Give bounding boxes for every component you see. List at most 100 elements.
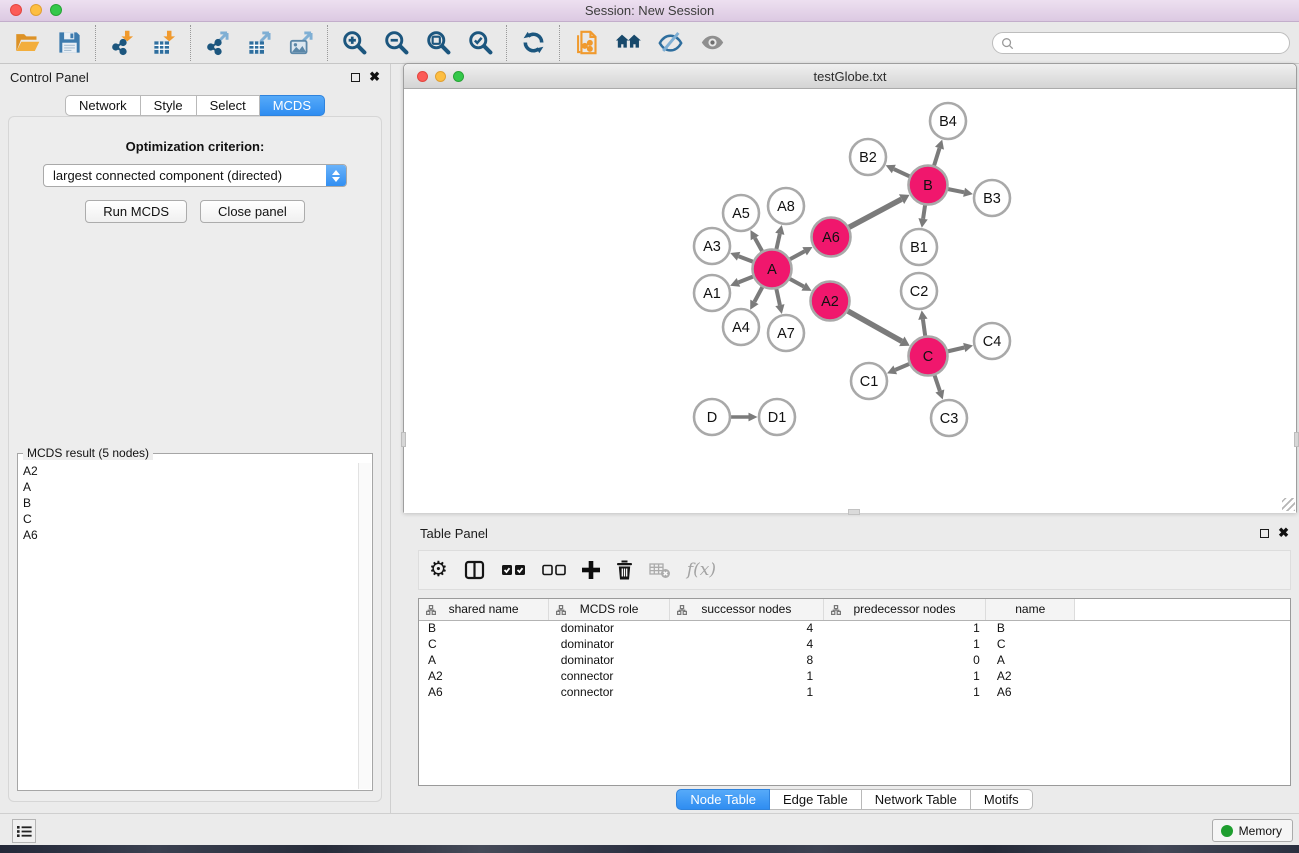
- tab-select[interactable]: Select: [197, 95, 260, 116]
- maximize-window-icon[interactable]: [50, 4, 62, 16]
- table-row[interactable]: A2connector11A2: [419, 668, 1290, 684]
- mcds-result-item[interactable]: C: [19, 511, 358, 527]
- tab-style[interactable]: Style: [141, 95, 197, 116]
- close-panel-icon[interactable]: ✖: [369, 72, 380, 82]
- graph-node-A3[interactable]: A3: [694, 228, 730, 264]
- column-header-successor-nodes[interactable]: successor nodes: [670, 599, 824, 620]
- import-table-button[interactable]: [143, 25, 185, 61]
- select-all-columns-button[interactable]: [502, 555, 526, 585]
- show-eye-button[interactable]: [691, 25, 733, 61]
- close-panel-button[interactable]: Close panel: [200, 200, 305, 223]
- splitter-handle-bottom[interactable]: [848, 509, 860, 515]
- mcds-result-item[interactable]: A6: [19, 527, 358, 543]
- network-window-titlebar[interactable]: testGlobe.txt: [404, 64, 1296, 89]
- criterion-dropdown[interactable]: largest connected component (directed): [43, 164, 347, 187]
- node-table[interactable]: shared nameMCDS rolesuccessor nodesprede…: [418, 598, 1291, 786]
- column-header-shared-name[interactable]: shared name: [419, 599, 549, 620]
- network-maximize-icon[interactable]: [453, 71, 464, 82]
- memory-button[interactable]: Memory: [1212, 819, 1293, 842]
- zoom-fit-button[interactable]: [417, 25, 459, 61]
- traffic-lights[interactable]: [10, 4, 62, 16]
- zoom-selected-button[interactable]: [459, 25, 501, 61]
- search-icon: [1001, 37, 1014, 50]
- graph-node-B1[interactable]: B1: [901, 229, 937, 265]
- delete-columns-button[interactable]: [616, 555, 633, 585]
- graph-node-A7[interactable]: A7: [768, 315, 804, 351]
- column-header-MCDS-role[interactable]: MCDS role: [549, 599, 670, 620]
- show-panels-button[interactable]: [12, 819, 36, 843]
- graph-node-C3[interactable]: C3: [931, 400, 967, 436]
- run-mcds-button[interactable]: Run MCDS: [85, 200, 187, 223]
- graph-node-B4[interactable]: B4: [930, 103, 966, 139]
- graph-node-C4[interactable]: C4: [974, 323, 1010, 359]
- graph-node-A6[interactable]: A6: [812, 218, 851, 257]
- splitter-handle-right[interactable]: [1294, 432, 1299, 447]
- graph-node-A2[interactable]: A2: [811, 282, 850, 321]
- graph-node-A1[interactable]: A1: [694, 275, 730, 311]
- search-input[interactable]: [1019, 36, 1281, 50]
- mcds-result-item[interactable]: B: [19, 495, 358, 511]
- table-row[interactable]: Cdominator41C: [419, 636, 1290, 652]
- float-table-panel-icon[interactable]: [1260, 529, 1269, 538]
- refresh-button[interactable]: [512, 25, 554, 61]
- graph-node-C2[interactable]: C2: [901, 273, 937, 309]
- table-row[interactable]: Adominator80A: [419, 652, 1290, 668]
- graph-node-A8[interactable]: A8: [768, 188, 804, 224]
- create-column-button[interactable]: [582, 555, 600, 585]
- tab-network[interactable]: Network: [65, 95, 141, 116]
- minimize-window-icon[interactable]: [30, 4, 42, 16]
- column-header-name[interactable]: name: [986, 599, 1075, 620]
- tab-edge-table[interactable]: Edge Table: [770, 789, 862, 810]
- zoom-in-button[interactable]: [333, 25, 375, 61]
- network-graph[interactable]: B4 B2 B B3 A8A5 A6 B1 A3 A C2 A1 A2 A4 A7 C4 C C1 C3 D D1: [404, 89, 1296, 513]
- network-window-traffic-lights[interactable]: [417, 71, 464, 82]
- new-network-from-selection-button[interactable]: [565, 25, 607, 61]
- unselect-all-columns-button[interactable]: [542, 555, 566, 585]
- export-image-button[interactable]: [280, 25, 322, 61]
- mcds-result-item[interactable]: A: [19, 479, 358, 495]
- export-network-button[interactable]: [196, 25, 238, 61]
- import-network-button[interactable]: [101, 25, 143, 61]
- splitter-handle-left[interactable]: [401, 432, 406, 447]
- open-session-button[interactable]: [6, 25, 48, 61]
- mcds-result-list[interactable]: A2ABCA6: [19, 463, 358, 789]
- search-box[interactable]: [992, 32, 1290, 54]
- graph-node-D1[interactable]: D1: [759, 399, 795, 435]
- network-minimize-icon[interactable]: [435, 71, 446, 82]
- graph-node-C1[interactable]: C1: [851, 363, 887, 399]
- graph-node-A5[interactable]: A5: [723, 195, 759, 231]
- hide-glasses-button[interactable]: [649, 25, 691, 61]
- mcds-result-scrollbar[interactable]: [358, 463, 371, 789]
- memory-label: Memory: [1239, 824, 1282, 838]
- graph-node-B2[interactable]: B2: [850, 139, 886, 175]
- mcds-result-item[interactable]: A2: [19, 463, 358, 479]
- table-row[interactable]: Bdominator41B: [419, 620, 1290, 636]
- close-window-icon[interactable]: [10, 4, 22, 16]
- tab-network-table[interactable]: Network Table: [862, 789, 971, 810]
- zoom-out-button[interactable]: [375, 25, 417, 61]
- table-options-gear-button[interactable]: ⚙: [429, 555, 448, 585]
- save-session-button[interactable]: [48, 25, 90, 61]
- function-builder-button: f(x): [687, 555, 716, 585]
- graph-node-B3[interactable]: B3: [974, 180, 1010, 216]
- network-close-icon[interactable]: [417, 71, 428, 82]
- home-button[interactable]: [607, 25, 649, 61]
- column-header-predecessor-nodes[interactable]: predecessor nodes: [823, 599, 986, 620]
- svg-text:A2: A2: [821, 294, 839, 310]
- table-row[interactable]: A6connector11A6: [419, 684, 1290, 700]
- graph-node-A[interactable]: A: [753, 250, 792, 289]
- resize-grip-icon[interactable]: [1282, 498, 1295, 511]
- export-table-button[interactable]: [238, 25, 280, 61]
- svg-text:A7: A7: [777, 326, 795, 342]
- show-columns-button[interactable]: [464, 555, 486, 585]
- tab-motifs[interactable]: Motifs: [971, 789, 1033, 810]
- close-table-panel-icon[interactable]: ✖: [1278, 528, 1289, 538]
- tab-node-table[interactable]: Node Table: [676, 789, 770, 810]
- network-canvas[interactable]: B4 B2 B B3 A8A5 A6 B1 A3 A C2 A1 A2 A4 A7 C4 C C1 C3 D D1: [404, 89, 1296, 513]
- float-panel-icon[interactable]: [351, 73, 360, 82]
- graph-node-C[interactable]: C: [909, 337, 948, 376]
- tab-mcds[interactable]: MCDS: [260, 95, 325, 116]
- graph-node-B[interactable]: B: [909, 166, 948, 205]
- graph-node-D[interactable]: D: [694, 399, 730, 435]
- graph-node-A4[interactable]: A4: [723, 309, 759, 345]
